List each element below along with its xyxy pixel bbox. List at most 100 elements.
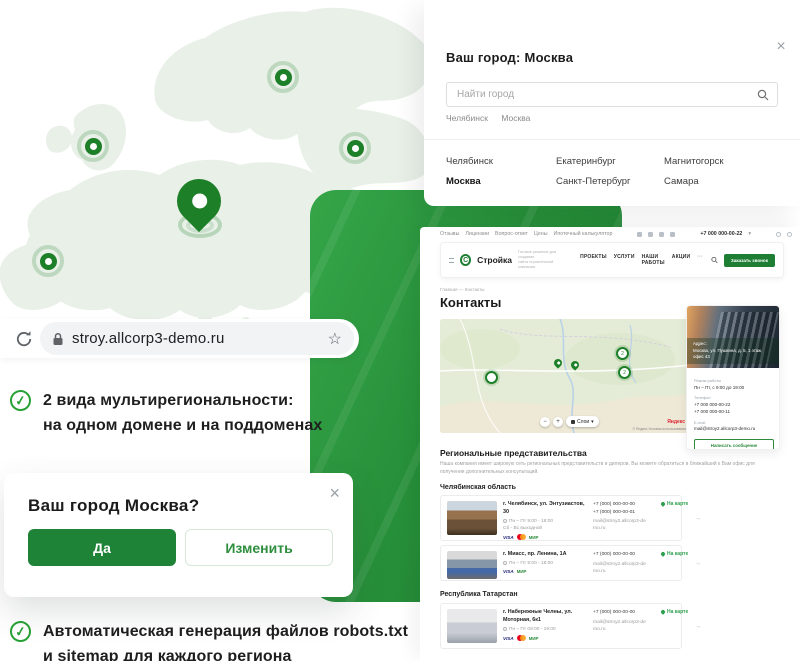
- search-icon[interactable]: [711, 256, 718, 264]
- office-thumbnail: [447, 501, 497, 535]
- topbar-link[interactable]: Цены: [534, 231, 548, 237]
- change-city-button[interactable]: Изменить: [185, 529, 333, 566]
- zoom-out-button[interactable]: −: [540, 417, 550, 427]
- office-thumbnail: [447, 551, 497, 579]
- pin-icon: [660, 501, 666, 507]
- current-city: Москва: [525, 50, 574, 65]
- map-office-marker[interactable]: [485, 371, 498, 384]
- office-address-overlay: Адрес: Москва, ул. Пушкина, д. 5, 1 этаж…: [687, 338, 779, 364]
- search-icon[interactable]: [757, 89, 769, 101]
- office-email[interactable]: mail@stroy2.allcorp3-demo.ru: [593, 561, 649, 575]
- office-phones[interactable]: +7 (000) 000-00-00: [593, 609, 655, 617]
- url-field[interactable]: stroy.allcorp3-demo.ru ☆: [40, 322, 354, 355]
- main-office-card: Адрес: Москва, ул. Пушкина, д. 5, 1 этаж…: [686, 305, 780, 450]
- site-tagline: Готовое решение для созданиясайта строит…: [518, 250, 568, 271]
- recent-city-link[interactable]: Челябинск: [446, 113, 488, 123]
- topbar-link[interactable]: Отзывы: [440, 231, 459, 237]
- layers-icon: [571, 420, 575, 424]
- on-map-link[interactable]: На карте: [661, 501, 688, 507]
- nav-item[interactable]: НАШИ РАБОТЫ: [642, 254, 665, 266]
- office-row[interactable]: г. Челябинск, ул. Энтузиастов, 30 Пн – П…: [440, 495, 682, 541]
- write-message-button[interactable]: Написать сообщение: [694, 439, 774, 450]
- hours-value: Пн – Пт, с 9:00 до 19:00: [694, 385, 772, 392]
- region-heading: Челябинская область: [440, 484, 516, 491]
- search-input[interactable]: [455, 88, 757, 101]
- breadcrumb-home[interactable]: Главная: [440, 287, 457, 292]
- reload-icon[interactable]: [14, 329, 34, 349]
- nav-item[interactable]: АКЦИИ: [672, 254, 691, 266]
- row-arrow-icon[interactable]: →: [694, 560, 701, 567]
- close-icon[interactable]: ×: [329, 483, 340, 504]
- breadcrumb-current: Контакты: [465, 287, 485, 292]
- office-photo: Адрес: Москва, ул. Пушкина, д. 5, 1 этаж…: [687, 306, 779, 368]
- instagram-icon[interactable]: [659, 232, 664, 237]
- layers-button[interactable]: Слои ▾: [566, 416, 599, 427]
- phone-label: Телефон: [694, 395, 772, 400]
- row-arrow-icon[interactable]: →: [694, 623, 701, 630]
- office-row[interactable]: г. Миасс, пр. Ленина, 1А Пн – Пт 9:00 - …: [440, 545, 682, 581]
- city-option[interactable]: Екатеринбург: [556, 156, 616, 167]
- dialog-title: Ваш город Москва?: [28, 496, 199, 516]
- url-text[interactable]: stroy.allcorp3-demo.ru: [72, 330, 320, 347]
- topbar-link[interactable]: Ипотечный калькулятор: [554, 231, 613, 237]
- menu-icon[interactable]: [449, 258, 454, 263]
- payment-methods: VISA МИР: [503, 569, 587, 574]
- clock-icon: [503, 519, 507, 523]
- map-marker-ring: [267, 61, 299, 93]
- user-icon[interactable]: [776, 232, 781, 237]
- website-screenshot: Отзывы Лицензии Вопрос-ответ Цены Ипотеч…: [420, 227, 800, 661]
- confirm-city-button[interactable]: Да: [28, 529, 176, 566]
- on-map-link[interactable]: На карте: [661, 551, 688, 557]
- city-option-active[interactable]: Москва: [446, 176, 481, 187]
- check-circle-icon: ✓: [9, 620, 33, 644]
- topbar-link[interactable]: Вопрос-ответ: [495, 231, 528, 237]
- map-provider-logo[interactable]: Яндекс: [667, 419, 685, 425]
- browser-address-bar: stroy.allcorp3-demo.ru ☆: [0, 319, 359, 358]
- city-option[interactable]: Самара: [664, 176, 699, 187]
- row-arrow-icon[interactable]: →: [694, 515, 701, 522]
- on-map-link[interactable]: На карте: [661, 609, 688, 615]
- office-phones[interactable]: +7 (000) 000-00-00: [593, 551, 655, 559]
- nav-more[interactable]: ···: [697, 254, 703, 266]
- map-cluster-marker[interactable]: 2: [616, 347, 629, 360]
- pin-icon: [660, 609, 666, 615]
- chevron-down-icon[interactable]: ▾: [748, 231, 751, 237]
- site-logo-text[interactable]: Стройка: [477, 255, 512, 265]
- office-phone[interactable]: +7 000 000-00-22+7 000 000-00-11: [694, 402, 772, 416]
- topbar-phone[interactable]: +7 000 000-00-22: [700, 231, 742, 237]
- lock-icon[interactable]: [52, 332, 64, 346]
- topbar-link[interactable]: Лицензии: [465, 231, 489, 237]
- star-icon[interactable]: ☆: [328, 329, 342, 349]
- contacts-map[interactable]: 2 2 − + Слои ▾ Яндекс © Яндекс Условия и…: [440, 319, 690, 433]
- city-option[interactable]: Магнитогорск: [664, 156, 724, 167]
- clock-icon: [503, 561, 507, 565]
- zoom-in-button[interactable]: +: [553, 417, 563, 427]
- feature-line: 2 вида мультирегиональности:: [43, 388, 322, 413]
- office-email[interactable]: mail@stroy2.allcorp3-demo.ru: [694, 426, 772, 433]
- mir-icon: МИР: [529, 636, 539, 641]
- telegram-icon[interactable]: [670, 232, 675, 237]
- office-email[interactable]: mail@stroy2.allcorp3-demo.ru: [593, 518, 649, 532]
- site-logo-icon[interactable]: С: [460, 254, 471, 266]
- recent-city-link[interactable]: Москва: [501, 113, 530, 123]
- office-row[interactable]: г. Набережные Челны, ул. Моторная, 6к1 П…: [440, 603, 682, 649]
- city-option[interactable]: Санкт-Петербург: [556, 176, 631, 187]
- cart-icon[interactable]: [787, 232, 792, 237]
- feature-line: и sitemap для каждого региона: [43, 644, 408, 661]
- close-icon[interactable]: ×: [772, 38, 790, 56]
- office-phones[interactable]: +7 (000) 000-00-00 +7 (000) 000-00-01: [593, 501, 655, 516]
- site-nav: ПРОЕКТЫ УСЛУГИ НАШИ РАБОТЫ АКЦИИ ···: [580, 254, 703, 266]
- vk-icon[interactable]: [637, 232, 642, 237]
- hours-label: Режим работы: [694, 378, 772, 383]
- callback-button[interactable]: Заказать звонок: [724, 254, 775, 267]
- payment-methods: VISA МИР: [503, 534, 587, 540]
- map-marker-ring: [339, 132, 371, 164]
- nav-item[interactable]: УСЛУГИ: [614, 254, 635, 266]
- feature-robots-sitemap: ✓ Автоматическая генерация файлов robots…: [10, 619, 408, 661]
- office-email[interactable]: mail@stroy2.allcorp3-demo.ru: [593, 619, 649, 633]
- map-cluster-marker[interactable]: 2: [618, 366, 631, 379]
- page-title: Контакты: [440, 295, 501, 310]
- facebook-icon[interactable]: [648, 232, 653, 237]
- nav-item[interactable]: ПРОЕКТЫ: [580, 254, 607, 266]
- city-option[interactable]: Челябинск: [446, 156, 493, 167]
